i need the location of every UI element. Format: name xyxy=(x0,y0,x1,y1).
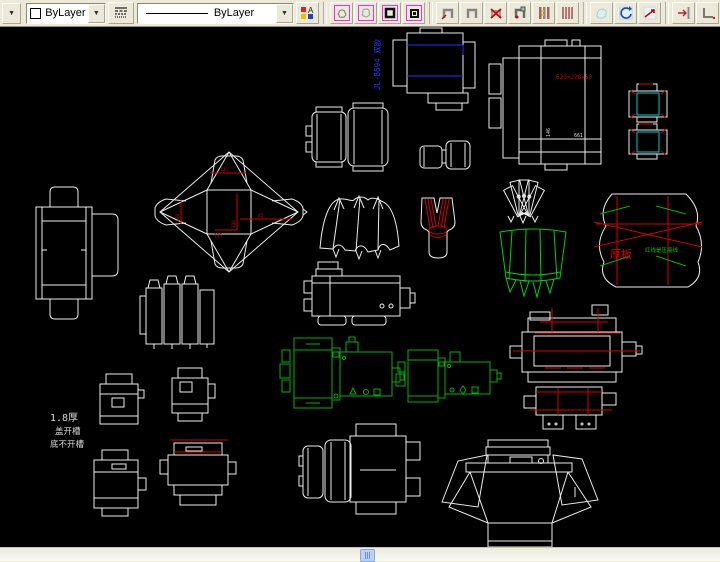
diamond-dim-center-v[interactable]: 136 xyxy=(231,220,237,228)
toolbar-separator xyxy=(583,2,587,24)
dieline-top-blue-box[interactable]: JL-8694 双胶 xyxy=(372,28,475,110)
dieline-rounded-pair[interactable] xyxy=(306,103,388,171)
scrollbar-grip-icon[interactable] xyxy=(360,549,375,562)
filled-rect-icon xyxy=(382,5,398,21)
erase-button[interactable] xyxy=(484,2,507,24)
drawing-canvas[interactable]: JL-8694 双胶 620×228×50 146 661 xyxy=(0,27,720,547)
box-spec-label[interactable]: 620×228×50 xyxy=(556,74,593,81)
linetype-combo-dropdown[interactable]: ▼ xyxy=(276,4,293,23)
dieline-small-pair-topright[interactable] xyxy=(629,84,667,159)
color-swatch-icon xyxy=(30,8,41,19)
polyline-node-icon xyxy=(512,5,528,21)
linetype-combo[interactable]: ByLayer ▼ xyxy=(137,3,294,24)
dieline-small-box-b[interactable] xyxy=(172,368,215,421)
diamond-dim-right[interactable]: 85 xyxy=(258,213,264,219)
board-note-label[interactable]: 厚板 xyxy=(610,247,632,261)
dieline-winged-tray[interactable] xyxy=(442,440,598,547)
dieline-bottom-cross[interactable] xyxy=(299,424,420,514)
dieline-fan-cluster[interactable] xyxy=(504,180,545,223)
region-button[interactable] xyxy=(590,2,613,24)
red-check-icon xyxy=(642,5,658,21)
cloud-icon xyxy=(358,5,374,21)
diamond-dim-left[interactable]: 130 xyxy=(175,214,181,222)
hatch-stripes-icon xyxy=(536,5,552,21)
corner-axis-icon xyxy=(700,5,716,21)
toolbar-separator xyxy=(429,2,433,24)
color-combo[interactable]: ByLayer ▼ xyxy=(26,3,106,24)
match-properties-button[interactable] xyxy=(508,2,531,24)
dieline-redwhite-upper[interactable] xyxy=(510,305,642,382)
dieline-crown[interactable] xyxy=(320,196,399,259)
part-number-label[interactable]: JL-8694 双胶 xyxy=(372,38,382,90)
polyline-red-node-icon xyxy=(440,5,456,21)
redline-button[interactable] xyxy=(638,2,661,24)
combo-fragment-dropdown[interactable]: ▼ xyxy=(2,3,21,24)
svg-text:A: A xyxy=(308,6,314,15)
dieline-left-tall-box[interactable] xyxy=(36,187,118,319)
rotate-button[interactable] xyxy=(614,2,637,24)
filled-rect-icon xyxy=(406,5,422,21)
dieline-rounded-pair-small[interactable] xyxy=(420,141,470,169)
line-note-label[interactable]: 红线是压痕线 xyxy=(645,246,679,254)
status-bar xyxy=(0,547,720,561)
color-combo-dropdown[interactable]: ▼ xyxy=(88,4,105,23)
arrow-to-wall-icon xyxy=(676,5,692,21)
linetype-manager-button[interactable] xyxy=(108,2,134,24)
revcloud-button-1[interactable] xyxy=(330,2,353,24)
rotate-arrow-icon xyxy=(618,5,634,21)
toolbar-separator xyxy=(323,2,327,24)
dim-width-label[interactable]: 661 xyxy=(574,133,583,139)
color-a-icon: A xyxy=(300,5,316,21)
diamond-dim-center-h[interactable]: 135 xyxy=(214,233,222,239)
dieline-red-funnel[interactable] xyxy=(421,198,455,258)
red-x-icon xyxy=(488,5,504,21)
object-properties-toolbar: ▼ ByLayer ▼ ByLayer ▼ A xyxy=(0,0,720,27)
linetype-stack-icon xyxy=(113,5,129,21)
ucs-button[interactable] xyxy=(696,2,719,24)
dieline-large-spec-box[interactable]: 620×228×50 146 661 xyxy=(489,40,601,170)
dieline-xboard[interactable]: 厚板 红线是压痕线 xyxy=(594,194,702,287)
dim-height-label[interactable]: 146 xyxy=(546,128,552,137)
note-thickness[interactable]: 1.8厚 xyxy=(50,412,78,424)
toolbar-separator xyxy=(665,2,669,24)
properties-painter-button[interactable]: A xyxy=(296,2,319,24)
note-bottom[interactable]: 底不开槽 xyxy=(50,439,85,450)
dieline-mid-flap-box[interactable] xyxy=(304,262,415,325)
dieline-small-box-a[interactable] xyxy=(100,374,144,424)
dieline-quad-strips[interactable] xyxy=(140,276,214,349)
solid-rect-button-1[interactable] xyxy=(378,2,401,24)
dieline-small-box-d[interactable] xyxy=(160,440,236,505)
cloud-icon xyxy=(334,5,350,21)
polyline-edit-button-2[interactable] xyxy=(460,2,483,24)
extend-button[interactable] xyxy=(672,2,695,24)
note-lid[interactable]: 盖开槽 xyxy=(55,426,81,437)
dieline-redwhite-lower[interactable] xyxy=(524,387,616,429)
pale-shape-icon xyxy=(594,5,610,21)
color-combo-value: ByLayer xyxy=(45,7,85,19)
hatch-button-dense[interactable] xyxy=(556,2,579,24)
hatch-button-sparse[interactable] xyxy=(532,2,555,24)
polyline-icon xyxy=(464,5,480,21)
linetype-combo-value: ByLayer xyxy=(214,7,254,19)
solid-rect-button-2[interactable] xyxy=(402,2,425,24)
linetype-sample-icon xyxy=(146,13,208,14)
dieline-green-small[interactable] xyxy=(396,350,501,402)
hatch-dense-icon xyxy=(560,5,576,21)
dieline-green-large[interactable] xyxy=(280,337,404,408)
dieline-diamond[interactable]: 135 130 136 135 85 xyxy=(155,152,307,272)
dieline-green-basket[interactable] xyxy=(500,229,566,297)
diamond-dim-top[interactable]: 135 xyxy=(220,167,228,173)
dieline-small-box-c[interactable] xyxy=(94,450,146,516)
polyline-edit-button-1[interactable] xyxy=(436,2,459,24)
revcloud-button-2[interactable] xyxy=(354,2,377,24)
canvas-note-block[interactable]: 1.8厚 盖开槽 底不开槽 xyxy=(50,412,85,450)
